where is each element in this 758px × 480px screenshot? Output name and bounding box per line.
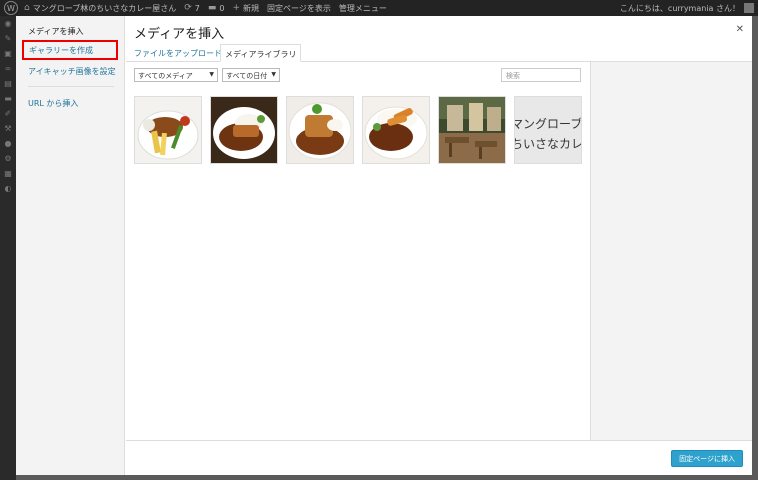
- users-icon[interactable]: ●: [0, 136, 16, 151]
- search-input[interactable]: 検索: [501, 68, 581, 82]
- settings-icon[interactable]: ▦: [0, 166, 16, 181]
- attachment-thumbnail[interactable]: [134, 96, 202, 164]
- avatar: [744, 3, 754, 13]
- attachment-thumbnail-text[interactable]: マングローブ林 ちいさなカレー: [514, 96, 582, 164]
- chevron-down-icon: ▼: [271, 71, 276, 78]
- new-content-link[interactable]: + 新規: [233, 3, 260, 14]
- featured-image-link[interactable]: アイキャッチ画像を設定: [16, 62, 116, 81]
- chevron-down-icon: ▼: [209, 71, 214, 78]
- tools-icon[interactable]: ⚙: [0, 151, 16, 166]
- media-modal: メディアを挿入 ギャラリーを作成 アイキャッチ画像を設定 URL から挿入 メデ…: [16, 16, 752, 475]
- manage-menu-label: 管理メニュー: [338, 3, 387, 13]
- close-icon[interactable]: ✕: [736, 24, 744, 35]
- attachment-details-panel: [590, 62, 752, 440]
- media-type-filter-value: すべてのメディア: [138, 72, 193, 80]
- date-filter[interactable]: すべての日付 ▼: [222, 68, 280, 82]
- insert-from-url-link[interactable]: URL から挿入: [16, 94, 78, 113]
- search-placeholder: 検索: [506, 72, 520, 80]
- pages-icon[interactable]: ▤: [0, 76, 16, 91]
- media-icon[interactable]: ▣: [0, 46, 16, 61]
- site-name: マングローブ林のちいさなカレー屋さん: [32, 3, 177, 13]
- account-menu[interactable]: こんにちは、currymania さん！: [620, 0, 754, 16]
- comments-link[interactable]: ▬ 0: [208, 3, 225, 13]
- link-icon[interactable]: ∞: [0, 61, 16, 76]
- comments-count: 0: [219, 3, 225, 13]
- home-icon: ⌂: [24, 3, 30, 13]
- admin-bar: W ⌂ マングローブ林のちいさなカレー屋さん ⟳ 7 ▬ 0 + 新規 固定ペー…: [0, 0, 758, 16]
- attachment-thumbnail[interactable]: [362, 96, 430, 164]
- thumbnail-text-line2: ちいさなカレー: [514, 137, 582, 151]
- appearance-icon[interactable]: ✐: [0, 106, 16, 121]
- attachments-toolbar: すべてのメディア ▼ すべての日付 ▼ 検索: [126, 62, 590, 90]
- view-page-label: 固定ページを表示: [267, 3, 331, 13]
- wordpress-logo-icon[interactable]: W: [4, 1, 18, 15]
- site-name-link[interactable]: ⌂ マングローブ林のちいさなカレー屋さん: [24, 3, 176, 14]
- router-tabs: ファイルをアップロード メディアライブラリ: [126, 40, 752, 62]
- attachment-thumbnail[interactable]: [286, 96, 354, 164]
- attachment-thumbnail[interactable]: [210, 96, 278, 164]
- pin-icon[interactable]: ✎: [0, 31, 16, 46]
- tab-upload-files[interactable]: ファイルをアップロード: [130, 44, 226, 62]
- media-toolbar-footer: 固定ページに挿入: [126, 440, 752, 475]
- tab-media-library[interactable]: メディアライブラリ: [220, 44, 302, 62]
- media-type-filter[interactable]: すべてのメディア ▼: [134, 68, 218, 82]
- menu-heading[interactable]: メディアを挿入: [16, 24, 124, 41]
- dashboard-icon[interactable]: ◉: [0, 16, 16, 31]
- admin-side-menu: ◉ ✎ ▣ ∞ ▤ ▬ ✐ ⚒ ● ⚙ ▦ ◐: [0, 16, 16, 480]
- greeting-text: こんにちは、currymania さん！: [619, 3, 740, 13]
- menu-separator: [28, 86, 114, 87]
- plus-icon: +: [232, 3, 241, 13]
- new-label: 新規: [243, 3, 260, 13]
- insert-into-page-button[interactable]: 固定ページに挿入: [671, 450, 743, 467]
- plugins-icon[interactable]: ⚒: [0, 121, 16, 136]
- view-page-link[interactable]: 固定ページを表示: [267, 3, 331, 14]
- updates-link[interactable]: ⟳ 7: [184, 3, 200, 13]
- manage-menu-link[interactable]: 管理メニュー: [339, 3, 387, 14]
- date-filter-value: すべての日付: [226, 72, 268, 80]
- media-menu: メディアを挿入 ギャラリーを作成 アイキャッチ画像を設定 URL から挿入: [16, 16, 125, 475]
- comment-icon: ▬: [207, 3, 217, 13]
- thumbnail-text-line1: マングローブ林: [514, 117, 582, 131]
- collapse-icon[interactable]: ◐: [0, 181, 16, 196]
- updates-count: 7: [194, 3, 200, 13]
- comments-icon[interactable]: ▬: [0, 91, 16, 106]
- create-gallery-link[interactable]: ギャラリーを作成: [22, 40, 118, 60]
- updates-icon: ⟳: [184, 3, 192, 13]
- attachment-thumbnail[interactable]: [438, 96, 506, 164]
